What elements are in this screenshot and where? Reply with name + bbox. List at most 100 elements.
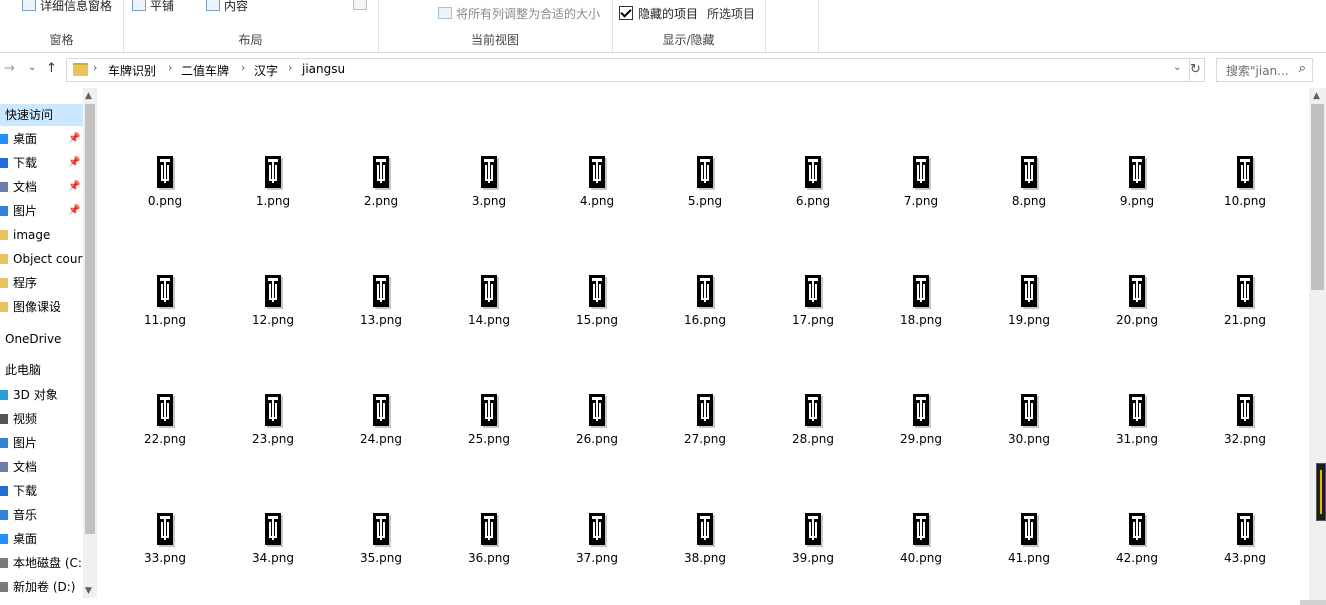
file-item[interactable]: 16.png — [655, 275, 755, 345]
file-item[interactable]: 32.png — [1195, 394, 1295, 464]
file-item[interactable]: 21.png — [1195, 275, 1295, 345]
sidebar-item[interactable]: 文档 — [0, 456, 83, 478]
search-box[interactable]: 搜索"jian... ⌕ — [1216, 58, 1313, 82]
sidebar-item[interactable]: 下载 📌 — [0, 152, 83, 174]
sidebar-item[interactable]: 此电脑 — [0, 359, 83, 381]
file-item[interactable]: 20.png — [1087, 275, 1187, 345]
file-item[interactable]: 4.png — [547, 156, 647, 226]
file-item[interactable]: 8.png — [979, 156, 1079, 226]
sidebar-item-label: 图片 — [13, 436, 38, 450]
sidebar-item[interactable]: OneDrive — [0, 328, 83, 350]
file-item[interactable]: 29.png — [871, 394, 971, 464]
file-item[interactable]: 7.png — [871, 156, 971, 226]
file-item[interactable]: 14.png — [439, 275, 539, 345]
file-item[interactable]: 35.png — [331, 513, 431, 583]
file-item[interactable]: 1.png — [223, 156, 323, 226]
tiles-view-option[interactable]: 平铺 — [132, 0, 174, 14]
file-item[interactable]: 3.png — [439, 156, 539, 226]
file-item[interactable]: 13.png — [331, 275, 431, 345]
refresh-button[interactable]: ↻ — [1187, 58, 1205, 82]
breadcrumb-chevron-icon[interactable]: › — [93, 61, 97, 74]
sidebar-item-label: 本地磁盘 (C: — [13, 556, 82, 570]
breadcrumb-item[interactable]: 车牌识别 — [108, 62, 156, 79]
breadcrumb-chevron-icon[interactable]: › — [288, 61, 292, 74]
sidebar-item[interactable]: 图片 📌 — [0, 200, 83, 222]
file-item[interactable]: 22.png — [115, 394, 215, 464]
sidebar-item[interactable]: 本地磁盘 (C: — [0, 552, 83, 574]
address-bar[interactable]: › 车牌识别 › 二值车牌 › 汉字 › jiangsu ⌄ — [66, 58, 1190, 82]
hide-selected-button[interactable]: 所选项目 — [707, 5, 755, 22]
file-item[interactable]: 19.png — [979, 275, 1079, 345]
breadcrumb-chevron-icon[interactable]: › — [168, 61, 172, 74]
file-item[interactable]: 42.png — [1087, 513, 1187, 583]
scrollbar-thumb[interactable] — [85, 104, 95, 534]
file-item[interactable]: 43.png — [1195, 513, 1295, 583]
layout-gallery-expand-button[interactable] — [353, 0, 367, 10]
file-item[interactable]: 25.png — [439, 394, 539, 464]
scroll-down-icon[interactable]: ▼ — [85, 586, 92, 596]
sidebar-item[interactable]: 图像课设 — [0, 296, 83, 318]
sidebar-item[interactable]: 桌面 — [0, 528, 83, 550]
details-pane-button[interactable]: 详细信息窗格 — [22, 0, 112, 14]
file-item[interactable]: 27.png — [655, 394, 755, 464]
sidebar-item[interactable]: 文档 📌 — [0, 176, 83, 198]
view-slider-icon[interactable] — [1316, 463, 1326, 521]
file-list-scrollbar[interactable]: ▲ — [1309, 88, 1326, 605]
file-item[interactable]: 26.png — [547, 394, 647, 464]
navigation-pane-scrollbar[interactable]: ▲ ▼ — [83, 88, 97, 598]
file-item[interactable]: 6.png — [763, 156, 863, 226]
file-name: 38.png — [684, 551, 726, 565]
file-item[interactable]: 9.png — [1087, 156, 1187, 226]
file-item[interactable]: 2.png — [331, 156, 431, 226]
file-item[interactable]: 38.png — [655, 513, 755, 583]
up-arrow-icon[interactable]: ↑ — [46, 61, 57, 76]
sidebar-item[interactable]: 快速访问 — [0, 104, 83, 126]
file-item[interactable]: 33.png — [115, 513, 215, 583]
breadcrumb-chevron-icon[interactable]: › — [241, 61, 245, 74]
content-view-option[interactable]: 内容 — [206, 0, 248, 14]
search-icon[interactable]: ⌕ — [1299, 61, 1306, 76]
fit-columns-button[interactable]: 将所有列调整为合适的大小 — [438, 5, 600, 22]
breadcrumb-item[interactable]: jiangsu — [302, 62, 345, 76]
sidebar-item[interactable]: 视频 — [0, 408, 83, 430]
file-item[interactable]: 30.png — [979, 394, 1079, 464]
file-item[interactable]: 24.png — [331, 394, 431, 464]
file-item[interactable]: 40.png — [871, 513, 971, 583]
scroll-up-icon[interactable]: ▲ — [85, 91, 92, 101]
file-item[interactable]: 41.png — [979, 513, 1079, 583]
file-item[interactable]: 31.png — [1087, 394, 1187, 464]
recent-locations-chevron-icon[interactable]: ⌄ — [28, 62, 36, 73]
file-name: 29.png — [900, 432, 942, 446]
hidden-items-checkbox[interactable]: 隐藏的项目 — [619, 5, 698, 22]
scroll-up-icon[interactable]: ▲ — [1313, 91, 1320, 101]
file-item[interactable]: 37.png — [547, 513, 647, 583]
file-item[interactable]: 11.png — [115, 275, 215, 345]
scrollbar-thumb[interactable] — [1311, 104, 1324, 290]
file-item[interactable]: 39.png — [763, 513, 863, 583]
file-name: 1.png — [255, 194, 291, 208]
file-item[interactable]: 36.png — [439, 513, 539, 583]
address-dropdown-chevron-icon[interactable]: ⌄ — [1173, 62, 1181, 73]
sidebar-item[interactable]: 音乐 — [0, 504, 83, 526]
file-item[interactable]: 17.png — [763, 275, 863, 345]
file-item[interactable]: 23.png — [223, 394, 323, 464]
sidebar-item[interactable]: 图片 — [0, 432, 83, 454]
breadcrumb-item[interactable]: 汉字 — [254, 62, 278, 79]
file-item[interactable]: 15.png — [547, 275, 647, 345]
file-item[interactable]: 5.png — [655, 156, 755, 226]
breadcrumb-item[interactable]: 二值车牌 — [181, 62, 229, 79]
file-item[interactable]: 18.png — [871, 275, 971, 345]
file-item[interactable]: 0.png — [115, 156, 215, 226]
forward-arrow-icon[interactable]: → — [4, 61, 15, 76]
sidebar-item[interactable]: Object cour — [0, 248, 83, 270]
file-item[interactable]: 10.png — [1195, 156, 1295, 226]
sidebar-item[interactable]: image — [0, 224, 83, 246]
file-item[interactable]: 28.png — [763, 394, 863, 464]
file-item[interactable]: 12.png — [223, 275, 323, 345]
sidebar-item[interactable]: 3D 对象 — [0, 384, 83, 406]
sidebar-item[interactable]: 新加卷 (D:) — [0, 576, 83, 598]
file-item[interactable]: 34.png — [223, 513, 323, 583]
sidebar-item[interactable]: 桌面 📌 — [0, 128, 83, 150]
sidebar-item[interactable]: 下载 — [0, 480, 83, 502]
sidebar-item[interactable]: 程序 — [0, 272, 83, 294]
